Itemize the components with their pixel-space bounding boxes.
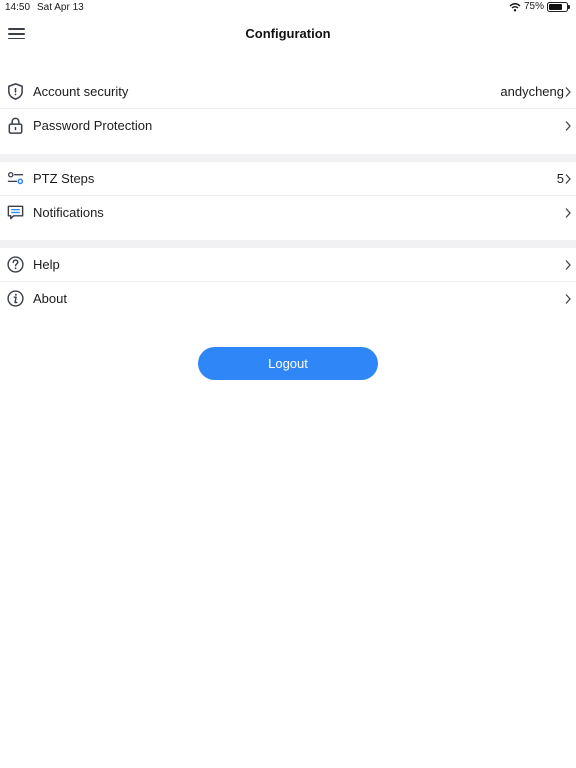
row-value: andycheng xyxy=(500,84,564,99)
help-icon xyxy=(7,256,24,273)
chevron-right-icon xyxy=(565,294,571,304)
logout-button[interactable]: Logout xyxy=(198,347,378,380)
row-account-security[interactable]: Account security andycheng xyxy=(0,75,576,108)
chevron-right-icon xyxy=(565,260,571,270)
sliders-icon xyxy=(7,171,24,185)
wifi-icon xyxy=(509,2,521,11)
status-bar: 14:50 Sat Apr 13 75% xyxy=(0,0,576,16)
battery-percent: 75% xyxy=(523,1,544,12)
chevron-right-icon xyxy=(565,174,571,184)
info-icon xyxy=(7,290,24,307)
row-password-protection[interactable]: Password Protection xyxy=(0,108,576,141)
row-label: Account security xyxy=(33,84,129,99)
row-label: Notifications xyxy=(33,204,104,220)
lock-icon xyxy=(8,117,23,134)
battery-fill xyxy=(549,3,562,10)
row-notifications[interactable]: Notifications xyxy=(0,195,576,228)
chevron-right-icon xyxy=(565,121,571,131)
nav-bar: Configuration xyxy=(0,16,576,52)
row-label: PTZ Steps xyxy=(33,171,95,186)
section-divider xyxy=(0,154,576,162)
row-help[interactable]: Help xyxy=(0,248,576,281)
row-about[interactable]: About xyxy=(0,281,576,314)
row-ptz-steps[interactable]: PTZ Steps 5 xyxy=(0,162,576,195)
row-value: 5 xyxy=(556,171,564,186)
status-time: 14:50 xyxy=(5,2,31,13)
message-icon xyxy=(7,205,24,220)
settings-group-account: Account security andycheng Password Prot… xyxy=(0,75,576,141)
chevron-right-icon xyxy=(565,87,571,97)
settings-group-device: PTZ Steps 5 Notifications xyxy=(0,162,576,228)
row-label: Password Protection xyxy=(33,117,153,133)
row-label: About xyxy=(33,290,67,306)
shield-icon xyxy=(8,83,23,100)
settings-group-support: Help About xyxy=(0,248,576,314)
row-label: Help xyxy=(33,257,60,272)
battery-icon xyxy=(547,1,570,12)
chevron-right-icon xyxy=(565,208,571,218)
status-right: 75% xyxy=(509,1,570,12)
status-date: Sat Apr 13 xyxy=(37,2,84,13)
page-title: Configuration xyxy=(245,26,331,41)
section-divider xyxy=(0,240,576,248)
